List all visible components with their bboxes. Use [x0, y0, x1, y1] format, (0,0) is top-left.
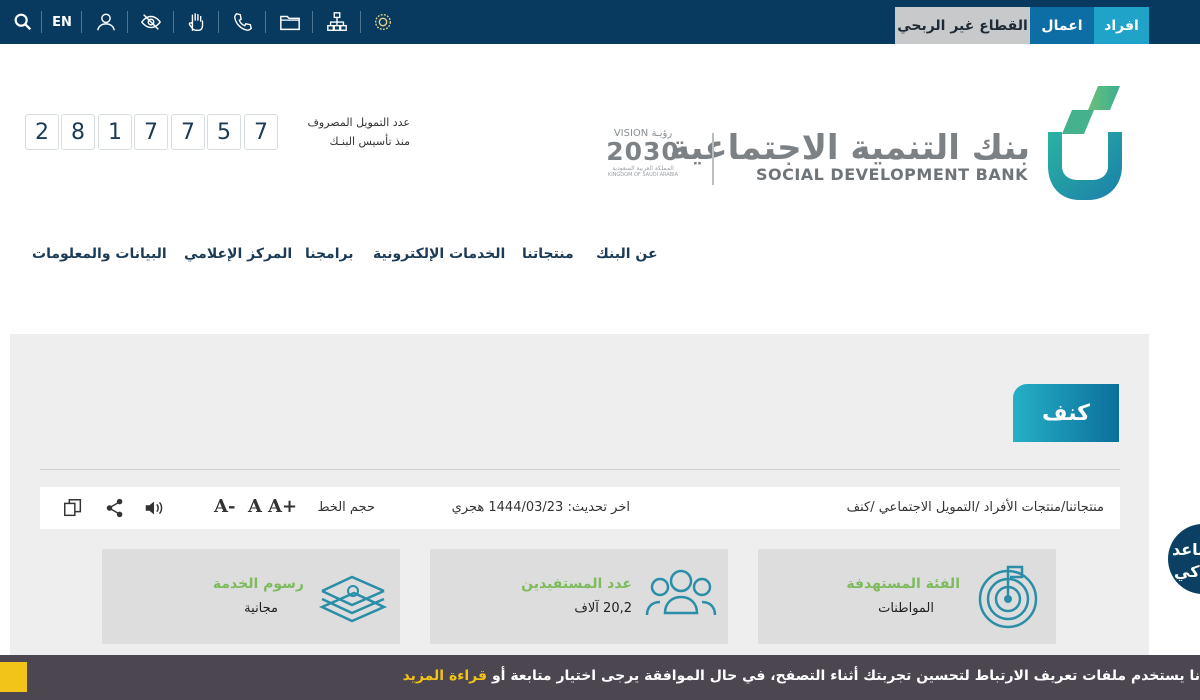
divider [218, 11, 219, 33]
cookie-accept-button[interactable] [0, 662, 27, 692]
nav-products[interactable]: منتجاتنا [522, 246, 574, 262]
nav-programs[interactable]: برامجنا [305, 246, 354, 262]
counter-label-line1: عدد التمويل المصروف [307, 116, 410, 129]
nav-eservices[interactable]: الخدمات الإلكترونية [373, 246, 505, 262]
card-title: عدد المستفيدين [521, 576, 632, 592]
card-value: 20,2 آلاف [574, 601, 632, 616]
info-card-beneficiaries: عدد المستفيدين 20,2 آلاف [430, 549, 728, 644]
tab-nonprofit[interactable]: القطاع غير الربحي [895, 7, 1030, 44]
read-more-link[interactable]: قراءة المزيد [403, 668, 487, 684]
tab-individuals[interactable]: افراد [1094, 7, 1149, 44]
font-size-label: حجم الخط [317, 500, 375, 515]
last-update: اخر تحديث: 1444/03/23 هجري [451, 500, 630, 515]
copy-icon[interactable] [62, 497, 84, 519]
divider [173, 11, 174, 33]
card-title: الفئة المستهدفة [846, 576, 960, 592]
info-card-service-fees: رسوم الخدمة مجانية [102, 549, 400, 644]
counter-digit: 7 [244, 114, 278, 150]
search-icon[interactable] [6, 0, 40, 44]
vision-2030-logo: VISION رؤيـة 2030 المملكة العربية السعود… [598, 128, 688, 190]
assistant-label-2: ذكي [1174, 562, 1200, 581]
language-switch-button[interactable]: EN [44, 0, 80, 44]
info-card-target-group: الفئة المستهدفة المواطنات [758, 549, 1056, 644]
vision-sub-en: KINGDOM OF SAUDI ARABIA [607, 172, 679, 178]
language-label: EN [52, 14, 72, 30]
counter-digit: 5 [207, 114, 241, 150]
vision-sub-ar: المملكة العربية السعودية [612, 165, 674, 172]
breadcrumb[interactable]: منتجاتنا/منتجات الأفراد /التمويل الاجتما… [814, 500, 1104, 515]
counter-digit: 1 [98, 114, 132, 150]
money-stack-icon [318, 567, 388, 627]
assistant-label-1: ساعد [1172, 540, 1200, 559]
sign-language-icon[interactable] [179, 0, 215, 44]
divider [312, 11, 313, 33]
page-title: كنف [1013, 384, 1119, 442]
people-icon [645, 565, 717, 625]
title-divider [40, 469, 1120, 470]
nav-media-center[interactable]: المركز الإعلامي [184, 246, 292, 262]
speaker-icon[interactable] [143, 497, 165, 519]
emblem-icon[interactable] [366, 0, 400, 44]
sitemap-icon[interactable] [318, 0, 356, 44]
counter-digit: 7 [171, 114, 205, 150]
vision-year: 2030 [606, 137, 680, 166]
divider [81, 11, 82, 33]
font-decrease-button[interactable]: A- [214, 496, 235, 517]
divider [41, 11, 42, 33]
counter-digit: 8 [61, 114, 95, 150]
eye-slash-icon[interactable] [133, 0, 169, 44]
divider [265, 11, 266, 33]
folder-icon[interactable] [271, 0, 309, 44]
card-value: المواطنات [878, 601, 934, 616]
counter-digit: 2 [25, 114, 59, 150]
nav-data-info[interactable]: البيانات والمعلومات [32, 246, 167, 262]
divider [127, 11, 128, 33]
tab-business[interactable]: اعمال [1030, 7, 1094, 44]
counter-digit: 7 [134, 114, 168, 150]
font-increase-button[interactable]: A+ [268, 496, 297, 517]
share-icon[interactable] [104, 497, 126, 519]
card-value: مجانية [244, 601, 278, 616]
header-divider [712, 133, 714, 185]
counter-label-line2: منذ تأسيس البنـك [329, 135, 411, 148]
smart-assistant-button[interactable]: ساعد ذكي [1168, 524, 1200, 594]
phone-icon[interactable] [225, 0, 261, 44]
logo-arabic-name: بنك التنمية الاجتماعية [669, 128, 1030, 168]
card-title: رسوم الخدمة [212, 576, 304, 592]
font-normal-button[interactable]: A [248, 496, 262, 517]
target-icon [973, 561, 1043, 631]
user-icon[interactable] [88, 0, 124, 44]
cookie-message: نا يستخدم ملفات تعريف الارتباط لتحسين تج… [403, 668, 1200, 684]
cookie-text: نا يستخدم ملفات تعريف الارتباط لتحسين تج… [491, 668, 1200, 684]
nav-about[interactable]: عن البنك [596, 246, 658, 262]
bank-logo-mark[interactable] [1046, 84, 1124, 202]
divider [360, 11, 361, 33]
logo-english-name: SOCIAL DEVELOPMENT BANK [755, 165, 1028, 184]
